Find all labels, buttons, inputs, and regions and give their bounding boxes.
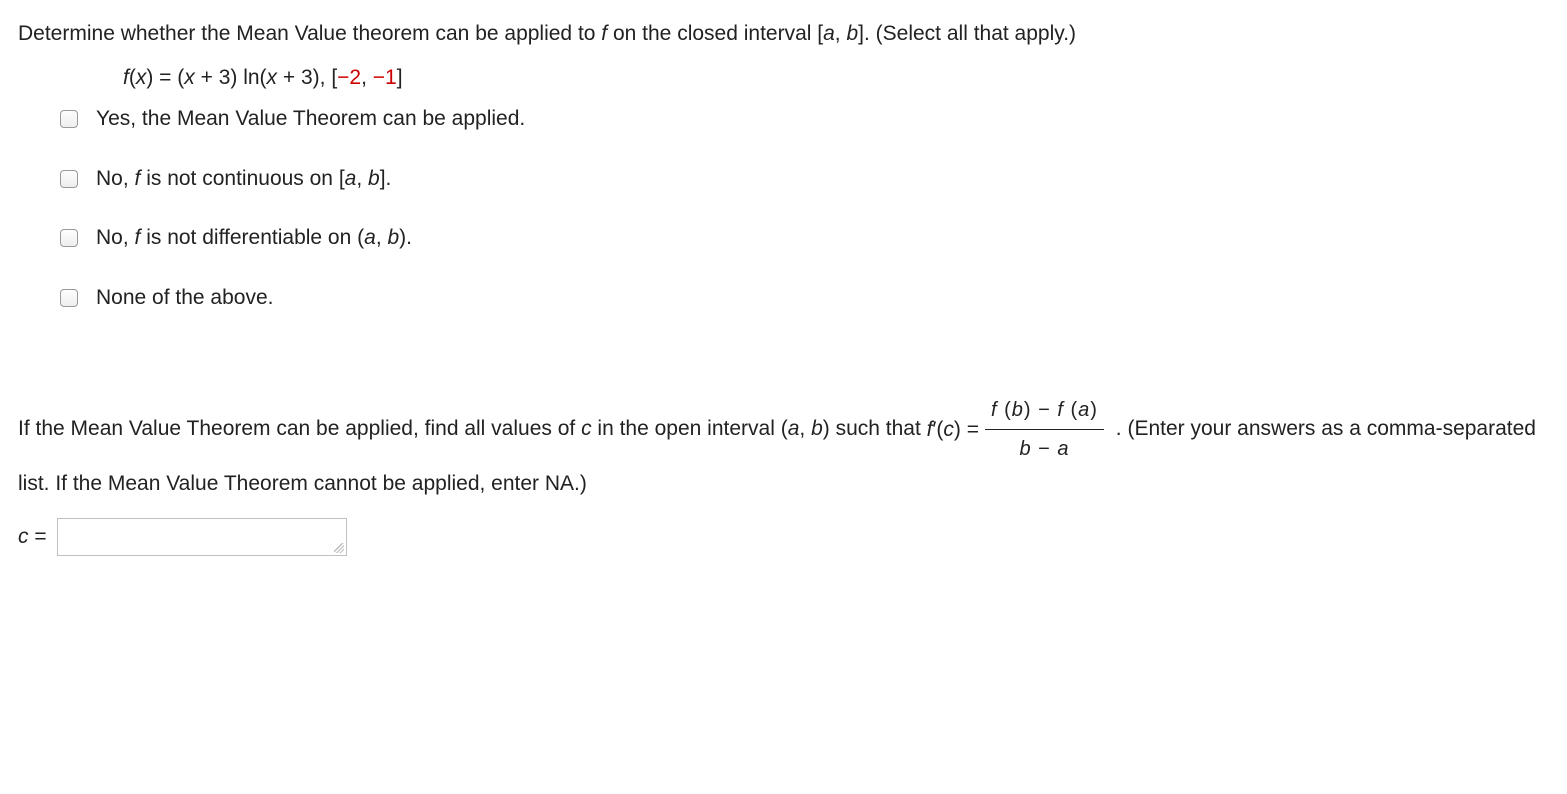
opt3-mid: is not differentiable on (: [140, 226, 364, 249]
p2-b: b: [811, 417, 823, 440]
opt3-post: ).: [399, 226, 412, 249]
fraction-num: f (b) − f (a): [985, 393, 1104, 430]
p2-t3: ) such that: [823, 417, 927, 440]
checkbox-1[interactable]: [60, 110, 78, 128]
checkbox-3[interactable]: [60, 229, 78, 247]
var-b: b: [846, 22, 858, 45]
prompt-comma: ,: [835, 22, 847, 45]
p2-c: c: [581, 417, 592, 440]
checkbox-4[interactable]: [60, 289, 78, 307]
opt3-pre: No,: [96, 226, 135, 249]
opt3-c: ,: [376, 226, 388, 249]
option-label-2: No, f is not continuous on [a, b].: [96, 163, 391, 195]
num-o1: (: [998, 399, 1012, 421]
num-a: a: [1078, 399, 1090, 421]
options-group: Yes, the Mean Value Theorem can be appli…: [60, 103, 1549, 313]
interval-comma: ,: [361, 66, 373, 89]
fraction: f (b) − f (a) b − a: [985, 393, 1104, 466]
option-row-4: None of the above.: [60, 282, 1549, 314]
num-c2: ): [1090, 399, 1098, 421]
den-b: b: [1019, 438, 1031, 460]
prime-sym: ′(: [932, 412, 943, 448]
opt3-b: b: [387, 226, 399, 249]
p2-t1: If the Mean Value Theorem can be applied…: [18, 417, 581, 440]
plus3b: + 3), [: [277, 66, 337, 89]
fprime-c: c: [943, 412, 954, 448]
opt2-a: a: [345, 167, 357, 190]
opt2-b: b: [368, 167, 380, 190]
answer-input[interactable]: [57, 518, 347, 556]
ofx-open: (: [129, 66, 136, 89]
fprime-equation: f ′(c) = f (b) − f (a) b − a: [927, 393, 1110, 466]
answer-label: c =: [18, 519, 47, 555]
num-c1: ) −: [1024, 399, 1057, 421]
p2-t2: in the open interval (: [592, 417, 788, 440]
option-row-2: No, f is not continuous on [a, b].: [60, 163, 1549, 195]
plus3a: + 3) ln(: [195, 66, 267, 89]
fprime-eq: ) =: [954, 412, 979, 448]
x1: x: [136, 66, 147, 89]
prompt-text-2: on the closed interval [: [607, 22, 823, 45]
part2-prompt: If the Mean Value Theorem can be applied…: [18, 393, 1549, 556]
question-prompt: Determine whether the Mean Value theorem…: [18, 18, 1549, 50]
opt2-mid: is not continuous on [: [140, 167, 344, 190]
answer-row: c =: [18, 518, 1549, 556]
prompt-text-1: Determine whether the Mean Value theorem…: [18, 22, 601, 45]
var-a: a: [823, 22, 835, 45]
opt3-a: a: [364, 226, 376, 249]
option-label-3: No, f is not differentiable on (a, b).: [96, 222, 412, 254]
den-minus: −: [1032, 438, 1058, 460]
x3: x: [267, 66, 278, 89]
option-label-4: None of the above.: [96, 282, 273, 314]
p2-comma: ,: [799, 417, 811, 440]
p2-a: a: [788, 417, 800, 440]
x2: x: [184, 66, 195, 89]
interval-close: ]: [397, 66, 403, 89]
eq: ) = (: [146, 66, 184, 89]
checkbox-2[interactable]: [60, 170, 78, 188]
neg1: −1: [373, 66, 397, 89]
option-row-3: No, f is not differentiable on (a, b).: [60, 222, 1549, 254]
answer-c: c: [18, 525, 29, 548]
answer-eq: =: [29, 525, 47, 548]
neg2: −2: [337, 66, 361, 89]
opt2-pre: No,: [96, 167, 135, 190]
prompt-text-3: ]. (Select all that apply.): [858, 22, 1076, 45]
den-a: a: [1057, 438, 1069, 460]
function-definition: f(x) = (x + 3) ln(x + 3), [−2, −1]: [123, 62, 1549, 94]
opt2-c: ,: [356, 167, 368, 190]
num-b: b: [1012, 399, 1024, 421]
num-o2: (: [1064, 399, 1078, 421]
option-row-1: Yes, the Mean Value Theorem can be appli…: [60, 103, 1549, 135]
answer-input-wrap: [57, 518, 347, 556]
opt2-post: ].: [380, 167, 392, 190]
fraction-den: b − a: [1013, 430, 1075, 466]
option-label-1: Yes, the Mean Value Theorem can be appli…: [96, 103, 525, 135]
